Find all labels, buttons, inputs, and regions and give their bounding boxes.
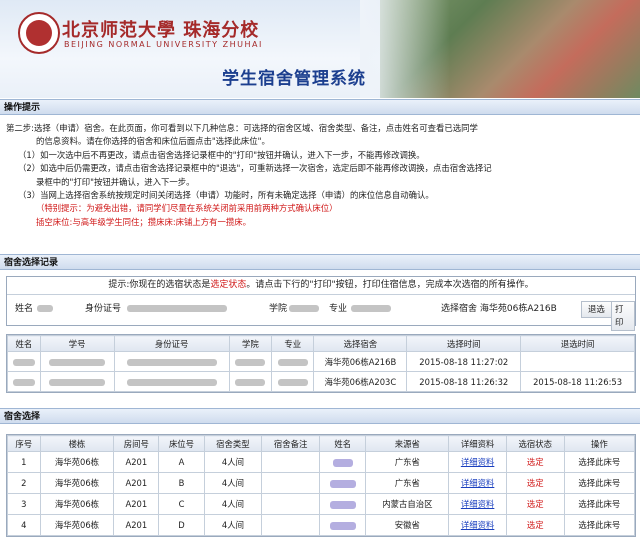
record-summary-row: 姓名 身份证号 学院 专业 选择宿舍 海华苑06栋A216B 退选 打印 bbox=[7, 295, 635, 331]
record-summary-box: 提示:你现在的选宿状态是选定状态。请点击下行的"打印"按钮，打印住宿信息，完成本… bbox=[6, 276, 636, 331]
record-table: 姓名 学号 身份证号 学院 专业 选择宿舍 选择时间 退选时间 海华苑06栋A2… bbox=[6, 334, 636, 393]
table-row: 2 海华苑06栋 A201 B 4人间 广东省 详细资料 选定 选择此床号 bbox=[7, 472, 636, 494]
select-bed-action[interactable]: 选择此床号 bbox=[563, 493, 636, 515]
university-seal-icon bbox=[18, 12, 60, 54]
detail-link[interactable]: 详细资料 bbox=[461, 478, 495, 488]
dorm-select-table: 序号 楼栋 房间号 床位号 宿舍类型 宿舍备注 姓名 来源省 详细资料 选宿状态… bbox=[6, 434, 636, 537]
header-banner: 北京师范大學 珠海分校 BEIJING NORMAL UNIVERSITY ZH… bbox=[0, 0, 640, 98]
select-bed-action[interactable]: 选择此床号 bbox=[563, 451, 636, 473]
record-notice: 提示:你现在的选宿状态是选定状态。请点击下行的"打印"按钮，打印住宿信息，完成本… bbox=[7, 277, 635, 295]
print-button[interactable]: 打印 bbox=[611, 301, 635, 331]
select-bed-action[interactable]: 选择此床号 bbox=[563, 472, 636, 494]
tips-content: 第二步:选择（申请）宿舍。在此页面，你可看到以下几种信息：可选择的宿舍区域、宿舍… bbox=[6, 122, 634, 229]
special-warning: （特别提示：为避免出错，请同学们尽量在系统关闭前采用前两种方式确认床位） bbox=[36, 203, 338, 214]
table-row: 3 海华苑06栋 A201 C 4人间 内蒙古自治区 详细资料 选定 选择此床号 bbox=[7, 493, 636, 515]
university-name-en: BEIJING NORMAL UNIVERSITY ZHUHAI bbox=[64, 40, 263, 49]
selected-dorm: 选择宿舍 海华苑06栋A216B bbox=[441, 304, 557, 314]
table-row: 海华苑06栋A203C 2015-08-18 11:26:32 2015-08-… bbox=[7, 371, 635, 392]
university-name-cn: 北京师范大學 珠海分校 bbox=[62, 20, 260, 41]
table-row: 4 海华苑06栋 A201 D 4人间 安徽省 详细资料 选定 选择此床号 bbox=[7, 514, 636, 536]
select-bed-action[interactable]: 选择此床号 bbox=[563, 514, 636, 536]
select-section-header: 宿舍选择 bbox=[0, 408, 640, 424]
table-row: 海华苑06栋A216B 2015-08-18 11:27:02 bbox=[7, 351, 635, 372]
table-row: 1 海华苑06栋 A201 A 4人间 广东省 详细资料 选定 选择此床号 bbox=[7, 451, 636, 473]
system-title: 学生宿舍管理系统 bbox=[222, 69, 366, 89]
select-status: 选定状态 bbox=[210, 280, 247, 290]
detail-link[interactable]: 详细资料 bbox=[461, 520, 495, 530]
detail-link[interactable]: 详细资料 bbox=[461, 499, 495, 509]
insert-bed-note: 插空床位:与高年级学生同住；攒床床:床铺上方有一攒床。 bbox=[36, 216, 252, 227]
record-section-header: 宿舍选择记录 bbox=[0, 254, 640, 270]
tips-section-header: 操作提示 bbox=[0, 99, 640, 115]
withdraw-button[interactable]: 退选 bbox=[581, 301, 612, 318]
detail-link[interactable]: 详细资料 bbox=[461, 457, 495, 467]
